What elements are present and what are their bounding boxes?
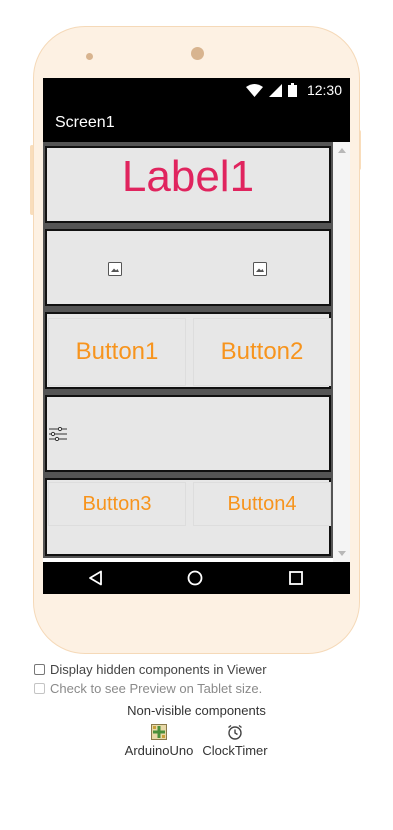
arrangement-buttons-1-2[interactable]: Button1 Button2 — [43, 308, 333, 391]
back-icon[interactable] — [88, 570, 104, 586]
nav-bar — [43, 562, 350, 594]
button4[interactable]: Button4 — [193, 482, 331, 526]
slider-icon[interactable] — [49, 427, 67, 441]
scroll-up-arrow-icon[interactable] — [338, 148, 346, 153]
home-icon[interactable] — [187, 570, 203, 586]
component-viewer: Label1 Button1 Button2 Button3 Button4 — [43, 142, 350, 562]
phone-speaker — [86, 53, 93, 60]
tablet-preview-option[interactable]: Check to see Preview on Tablet size. — [34, 679, 364, 698]
non-visible-item-arduinouno[interactable]: ArduinoUno — [118, 724, 200, 758]
arrangement-slider[interactable] — [43, 391, 333, 474]
status-bar: 12:30 — [43, 78, 350, 102]
tablet-preview-checkbox[interactable] — [34, 683, 45, 694]
status-time: 12:30 — [306, 82, 342, 98]
phone-camera — [191, 47, 204, 60]
screen-title: Screen1 — [55, 114, 115, 131]
display-hidden-checkbox[interactable] — [34, 664, 45, 675]
button1[interactable]: Button1 — [48, 318, 186, 386]
non-visible-components-title: Non-visible components — [127, 703, 266, 718]
arrangement-buttons-3-4[interactable]: Button3 Button4 — [43, 474, 333, 558]
arduino-icon — [151, 724, 167, 740]
wifi-icon — [245, 83, 263, 97]
phone-screen: 12:30 Screen1 Label1 Button1 Button2 But… — [43, 78, 350, 594]
non-visible-item-clocktimer[interactable]: ClockTimer — [199, 724, 271, 758]
non-visible-item-label: ArduinoUno — [124, 743, 194, 758]
image-icon[interactable] — [253, 262, 267, 276]
designer-viewer: 12:30 Screen1 Label1 Button1 Button2 But… — [0, 0, 393, 830]
viewer-scrollbar[interactable] — [333, 142, 350, 562]
button3[interactable]: Button3 — [48, 482, 186, 526]
display-hidden-label[interactable]: Display hidden components in Viewer — [50, 662, 267, 677]
title-bar: Screen1 — [43, 102, 350, 142]
viewer-options: Display hidden components in Viewer Chec… — [34, 660, 364, 698]
button2[interactable]: Button2 — [193, 318, 331, 386]
arrangement-images[interactable] — [43, 225, 333, 308]
clock-icon — [228, 724, 242, 740]
tablet-preview-label[interactable]: Check to see Preview on Tablet size. — [50, 681, 262, 696]
scroll-down-arrow-icon[interactable] — [338, 551, 346, 556]
signal-icon — [268, 83, 282, 97]
display-hidden-option[interactable]: Display hidden components in Viewer — [34, 660, 364, 679]
arrangement-label[interactable]: Label1 — [43, 142, 333, 225]
recents-icon[interactable] — [288, 570, 304, 586]
image-icon[interactable] — [108, 262, 122, 276]
label1[interactable]: Label1 — [47, 152, 329, 202]
battery-icon — [287, 83, 297, 97]
non-visible-item-label: ClockTimer — [202, 743, 268, 758]
